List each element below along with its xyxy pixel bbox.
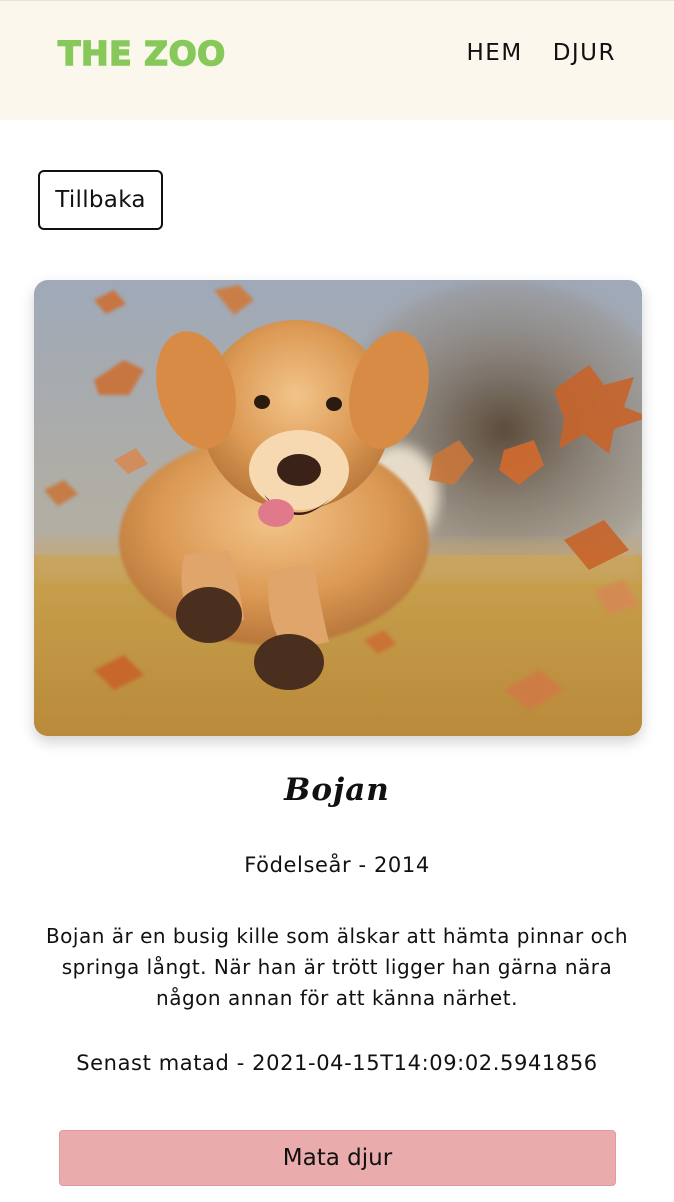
animal-name: Bojan xyxy=(284,772,390,808)
feed-animal-button[interactable]: Mata djur xyxy=(59,1130,616,1186)
site-logo[interactable]: THE ZOO xyxy=(57,32,226,76)
nav-link-hem[interactable]: HEM xyxy=(467,39,523,67)
animal-description: Bojan är en busig kille som älskar att h… xyxy=(45,924,629,1010)
site-header: THE ZOO HEM DJUR xyxy=(0,0,674,120)
back-button[interactable]: Tillbaka xyxy=(38,170,163,230)
page: THE ZOO HEM DJUR Tillbaka Bojan Födelseå… xyxy=(0,0,674,1202)
animal-photo xyxy=(34,280,642,736)
main-nav: HEM DJUR xyxy=(467,39,616,67)
nav-link-djur[interactable]: DJUR xyxy=(553,39,616,67)
animal-birth-year: Födelseår - 2014 xyxy=(244,853,430,877)
animal-last-fed: Senast matad - 2021-04-15T14:09:02.59418… xyxy=(76,1051,598,1075)
